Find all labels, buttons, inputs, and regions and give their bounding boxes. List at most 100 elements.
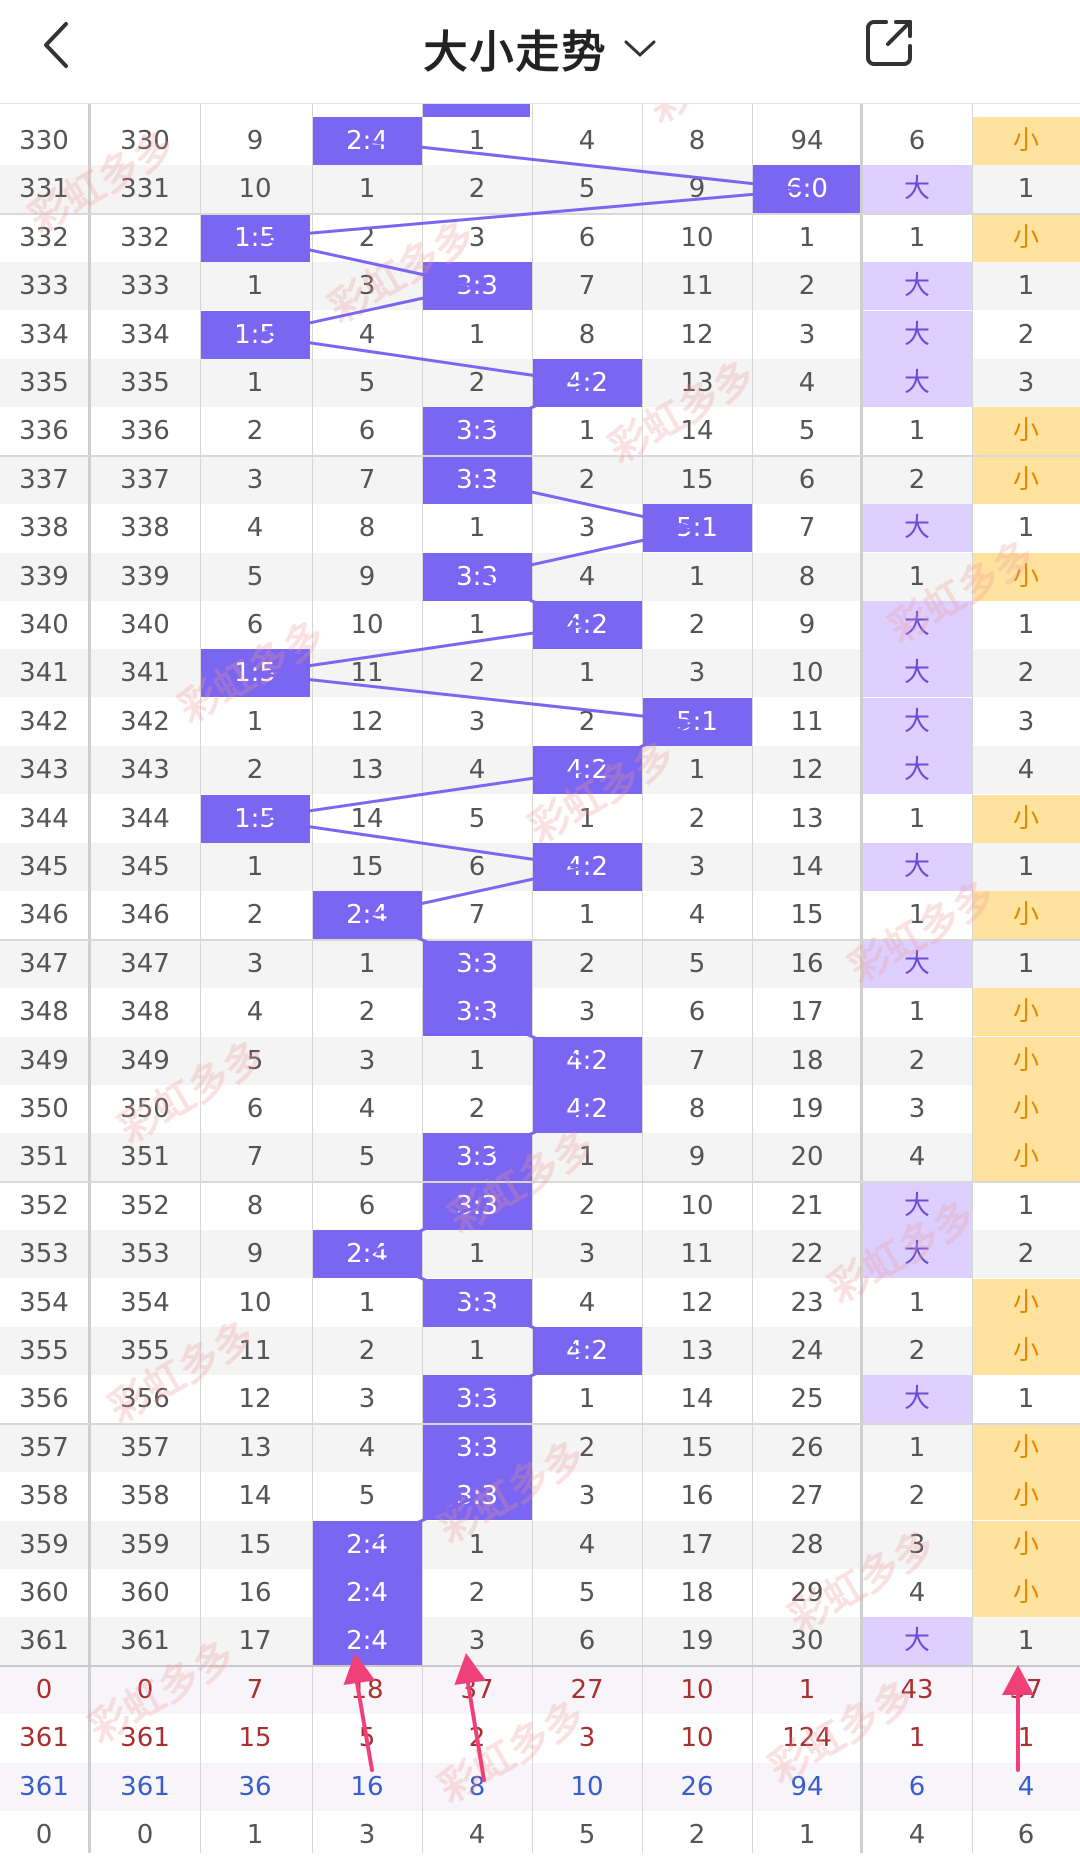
value-cell: 14 xyxy=(680,416,714,447)
ratio-highlight-cell: 3:3 xyxy=(422,939,532,988)
ratio-highlight-cell: 1:5 xyxy=(200,649,310,698)
value-cell: 94 xyxy=(790,126,824,156)
issue-number-cell: 344 xyxy=(19,803,69,834)
stat-cell: 1 xyxy=(246,1820,264,1850)
stat-cell: 1 xyxy=(798,1820,816,1850)
table-row: 360 360 16 2:4 2 5 18 29 4 小 xyxy=(0,1569,1080,1617)
value-cell: 5 xyxy=(578,174,596,205)
big-indicator-cell: 大 xyxy=(862,359,972,407)
small-indicator-cell: 小 xyxy=(972,1278,1080,1327)
value-cell: 15 xyxy=(680,1432,714,1463)
small-indicator-cell: 小 xyxy=(972,988,1080,1037)
stats-separator xyxy=(0,1664,1080,1667)
value-cell: 17 xyxy=(238,1626,272,1657)
table-row: 348 348 4 2 3:3 3 6 17 1 小 xyxy=(0,988,1080,1037)
value-cell: 10 xyxy=(790,658,824,689)
value-cell: 3 xyxy=(578,1239,596,1270)
value-cell: 1 xyxy=(468,513,486,544)
value-cell: 4 xyxy=(578,1529,596,1560)
stat-cell: 1 xyxy=(1017,1723,1035,1754)
issue-number-cell: 345 xyxy=(19,852,69,882)
column-divider xyxy=(422,103,423,1853)
value-cell: 15 xyxy=(790,900,824,931)
title-dropdown[interactable]: 大小走势 xyxy=(0,16,1080,78)
value-cell: 1 xyxy=(578,658,596,689)
value-cell: 1 xyxy=(1017,271,1035,302)
value-cell: 2 xyxy=(358,1336,376,1366)
value-cell: 12 xyxy=(350,706,384,737)
issue-number-cell: 349 xyxy=(19,1045,69,1076)
value-cell: 6 xyxy=(246,610,264,640)
value-cell: 13 xyxy=(350,755,384,786)
value-cell: 22 xyxy=(790,1239,824,1270)
stat-cell: 8 xyxy=(468,1771,486,1802)
value-cell: 358 xyxy=(120,1481,170,1512)
value-cell: 30 xyxy=(790,1626,824,1657)
value-cell: 14 xyxy=(790,852,824,882)
value-cell: 9 xyxy=(688,1142,706,1173)
value-cell: 4 xyxy=(908,1142,926,1173)
value-cell: 19 xyxy=(680,1626,714,1657)
ratio-highlight-cell: 4:2 xyxy=(532,1036,642,1085)
stat-cell: 3 xyxy=(578,1723,596,1754)
value-cell: 4 xyxy=(358,1094,376,1124)
ratio-highlight-cell: 2:4 xyxy=(312,1230,422,1279)
issue-number-cell: 342 xyxy=(19,706,69,737)
value-cell: 1 xyxy=(468,1239,486,1270)
small-indicator-cell: 小 xyxy=(972,407,1080,456)
small-indicator-cell: 小 xyxy=(972,213,1080,262)
value-cell: 9 xyxy=(246,1239,264,1270)
column-divider xyxy=(200,103,201,1853)
ratio-highlight-cell: 2:4 xyxy=(312,1569,422,1617)
small-indicator-cell: 小 xyxy=(972,1423,1080,1472)
value-cell: 8 xyxy=(246,1190,264,1221)
value-cell: 1 xyxy=(908,561,926,592)
table-row: 346 346 2 2:4 7 1 4 15 1 小 xyxy=(0,891,1080,940)
value-cell: 14 xyxy=(238,1481,272,1512)
value-cell: 17 xyxy=(790,997,824,1028)
value-cell: 6 xyxy=(908,126,926,156)
value-cell: 3 xyxy=(908,1094,926,1124)
value-cell: 1 xyxy=(688,561,706,592)
share-button[interactable] xyxy=(862,14,918,70)
value-cell: 3 xyxy=(578,1481,596,1512)
value-cell: 360 xyxy=(120,1578,170,1608)
column-divider xyxy=(972,103,973,1853)
value-cell: 6 xyxy=(688,997,706,1028)
value-cell: 2 xyxy=(1017,319,1035,350)
table-row: 347 347 3 1 3:3 2 5 16 大 1 xyxy=(0,939,1080,988)
table-row: 339 339 5 9 3:3 4 1 8 1 小 xyxy=(0,552,1080,601)
table-row: 357 357 13 4 3:3 2 15 26 1 小 xyxy=(0,1423,1080,1472)
big-indicator-cell: 大 xyxy=(862,601,972,649)
group-separator xyxy=(0,212,1080,215)
value-cell: 5 xyxy=(358,1142,376,1173)
value-cell: 1 xyxy=(578,900,596,931)
table-row: 343 343 2 13 4 4:2 1 12 大 4 xyxy=(0,746,1080,795)
ratio-highlight-cell: 2:4 xyxy=(312,891,422,940)
stats-row: 0 0 1 3 4 5 2 1 4 6 xyxy=(0,1811,1080,1859)
value-cell: 1 xyxy=(1017,1626,1035,1657)
value-cell: 333 xyxy=(120,271,170,302)
value-cell: 3 xyxy=(246,948,264,979)
value-cell: 4 xyxy=(1017,755,1035,786)
value-cell: 28 xyxy=(790,1529,824,1560)
small-indicator-cell: 小 xyxy=(972,1036,1080,1085)
issue-number-cell: 341 xyxy=(19,658,69,689)
stat-cell: 5 xyxy=(578,1820,596,1850)
value-cell: 3 xyxy=(688,658,706,689)
table-row: 355 355 11 2 1 4:2 13 24 2 小 xyxy=(0,1327,1080,1375)
value-cell: 6 xyxy=(798,464,816,495)
value-cell: 12 xyxy=(790,755,824,786)
stat-cell: 4 xyxy=(908,1820,926,1850)
stat-cell: 16 xyxy=(350,1771,384,1802)
value-cell: 1 xyxy=(246,706,264,737)
value-cell: 3 xyxy=(688,852,706,882)
table-row: 345 345 1 15 6 4:2 3 14 大 1 xyxy=(0,843,1080,891)
value-cell: 2 xyxy=(908,1481,926,1512)
small-indicator-cell: 小 xyxy=(972,794,1080,843)
issue-number-cell: 357 xyxy=(19,1432,69,1463)
value-cell: 6 xyxy=(468,852,486,882)
value-cell: 2 xyxy=(246,900,264,931)
small-indicator-cell: 小 xyxy=(972,1085,1080,1133)
issue-number-cell: 339 xyxy=(19,561,69,592)
